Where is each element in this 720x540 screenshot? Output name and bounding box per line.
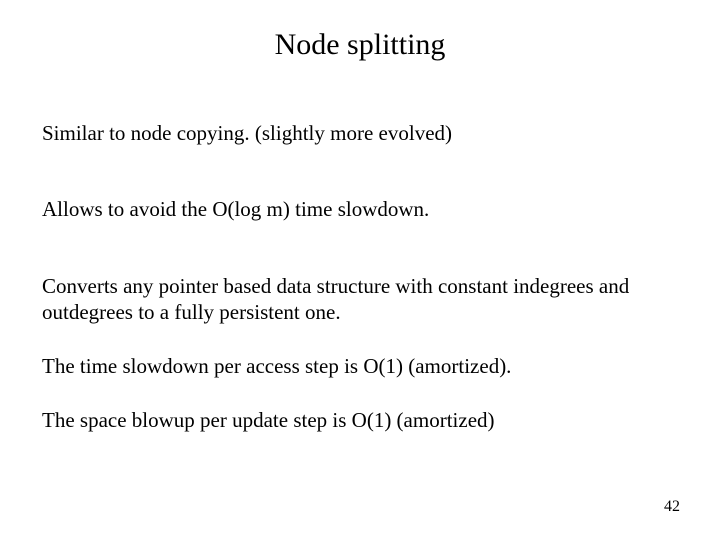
page-number: 42 [664, 498, 680, 516]
paragraph: Allows to avoid the O(log m) time slowdo… [42, 196, 678, 222]
slide-body: Similar to node copying. (slightly more … [42, 120, 678, 434]
paragraph: The space blowup per update step is O(1)… [42, 407, 678, 433]
slide: Node splitting Similar to node copying. … [0, 0, 720, 540]
slide-title: Node splitting [42, 28, 678, 62]
paragraph: Similar to node copying. (slightly more … [42, 120, 678, 146]
paragraph: Converts any pointer based data structur… [42, 273, 678, 326]
paragraph: The time slowdown per access step is O(1… [42, 353, 678, 379]
